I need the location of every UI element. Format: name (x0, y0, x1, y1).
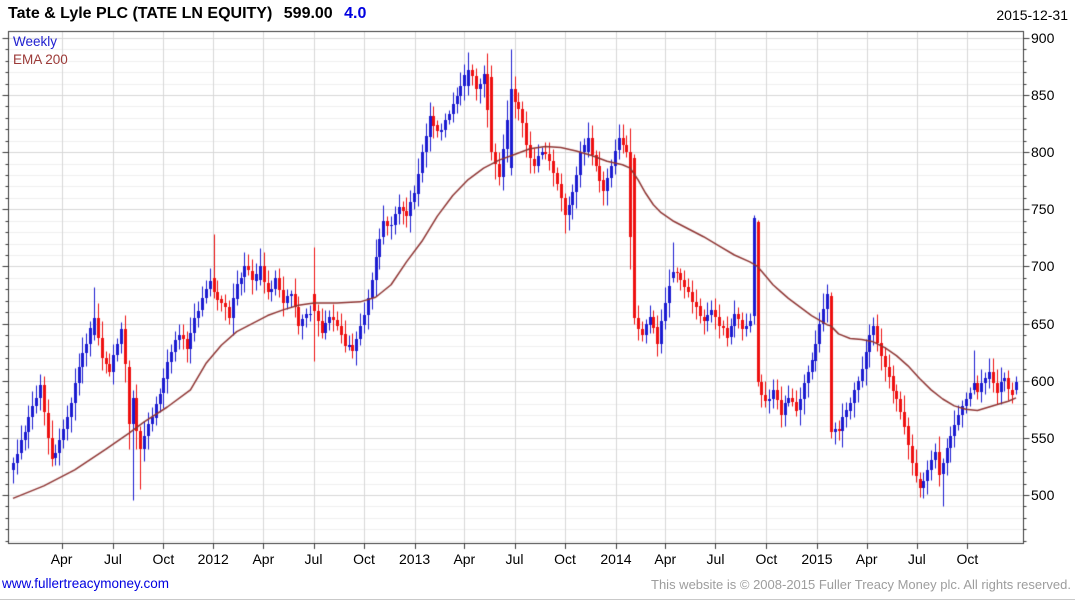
x-axis-tick-label: Jul (907, 551, 926, 567)
x-axis-tick-label: Jul (103, 551, 122, 567)
y-axis-tick-label: 850 (1031, 87, 1055, 103)
y-axis-tick-label: 900 (1031, 29, 1055, 46)
x-axis-tick-label: Oct (755, 551, 778, 567)
x-axis-tick-label: 2012 (197, 551, 229, 567)
x-axis-tick-label: Oct (956, 551, 979, 567)
y-axis-tick-label: 750 (1031, 201, 1055, 218)
x-axis-tick-label: Apr (855, 551, 878, 567)
legend-item-ema200: EMA 200 (13, 52, 68, 67)
y-axis-tick-label: 800 (1031, 144, 1055, 161)
footer-copyright: This website is © 2008-2015 Fuller Treac… (651, 577, 1071, 592)
x-axis-tick-label: Apr (50, 551, 73, 567)
x-axis-tick-label: 2013 (399, 551, 431, 567)
price-change: 4.0 (344, 5, 367, 22)
candlestick-chart-canvas[interactable] (0, 0, 1075, 570)
x-axis-tick-label: 2014 (600, 551, 632, 567)
y-axis-tick-label: 700 (1031, 258, 1055, 275)
x-axis-tick-label: Oct (353, 551, 375, 567)
y-axis-tick-label: 500 (1031, 487, 1055, 503)
x-axis-tick-label: Jul (304, 551, 323, 567)
x-axis-tick-label: Oct (152, 551, 175, 567)
x-axis-tick-label: Jul (706, 551, 725, 567)
legend-item-weekly: Weekly (13, 34, 58, 49)
y-axis-tick-label: 550 (1031, 429, 1055, 446)
y-axis-tick-label: 600 (1031, 372, 1055, 389)
x-axis-tick-label: Apr (252, 551, 275, 567)
footer-website-link[interactable]: www.fullertreacymoney.com (2, 576, 169, 591)
instrument-name: Tate & Lyle PLC (TATE LN EQUITY) (8, 5, 273, 22)
x-axis-tick-label: Oct (554, 551, 576, 567)
y-axis-tick-label: 650 (1031, 315, 1055, 332)
chart-date: 2015-12-31 (996, 7, 1068, 23)
chart-legend: Weekly EMA 200 (13, 33, 68, 69)
page-title: Tate & Lyle PLC (TATE LN EQUITY) 599.00 … (8, 5, 366, 23)
x-axis-tick-label: 2015 (801, 551, 833, 567)
x-axis-tick-label: Jul (505, 551, 524, 567)
last-price: 599.00 (283, 5, 333, 22)
x-axis-tick-label: Apr (654, 551, 677, 567)
x-axis-tick-label: Apr (453, 551, 476, 567)
chart-page: Tate & Lyle PLC (TATE LN EQUITY) 599.00 … (0, 0, 1075, 600)
